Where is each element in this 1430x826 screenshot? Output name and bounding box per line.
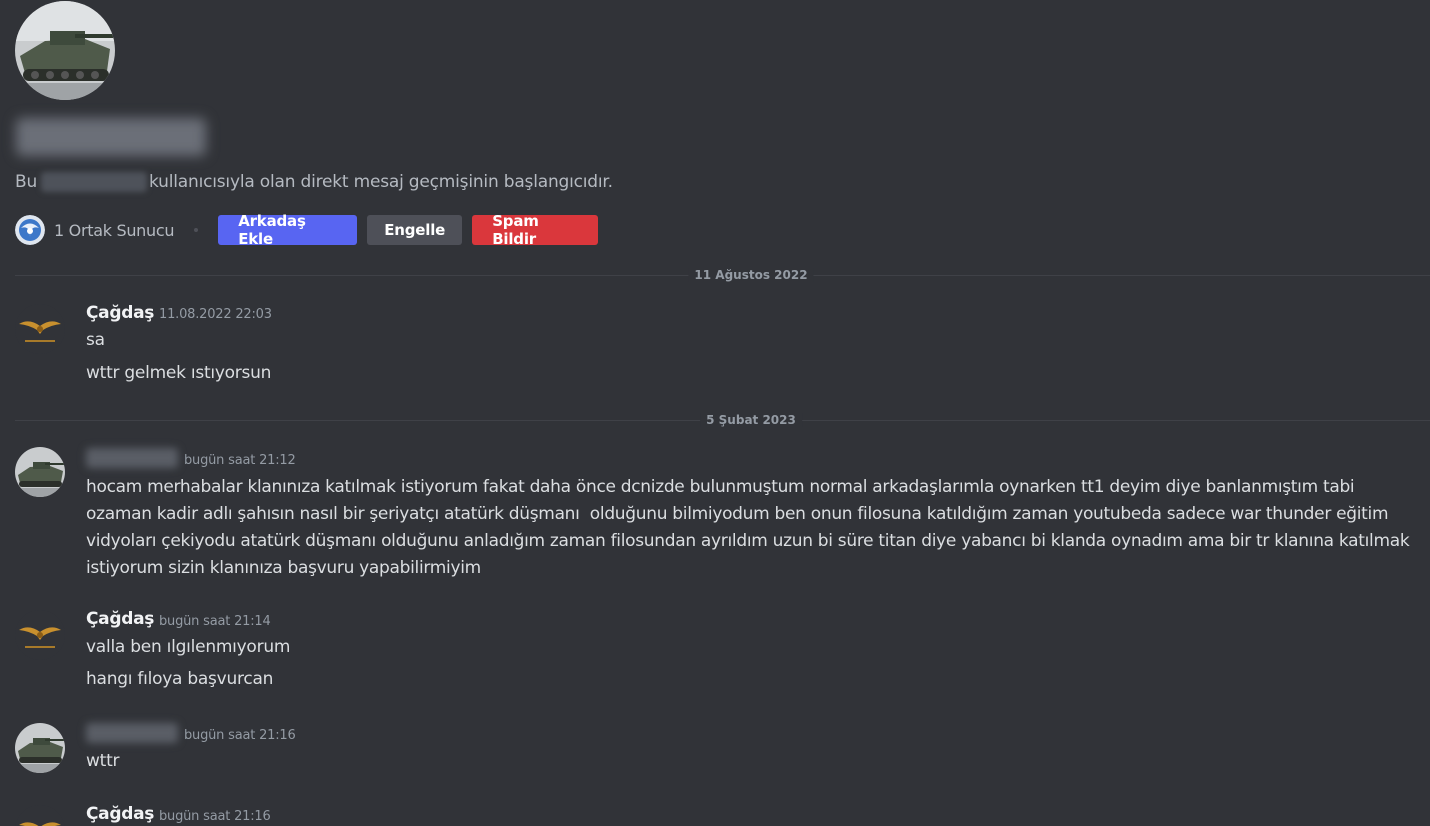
message-timestamp: 11.08.2022 22:03 xyxy=(159,307,272,322)
message-author[interactable]: Çağdaş xyxy=(86,609,154,629)
message-text: wttr gelmek ıstıyorsun xyxy=(86,363,272,383)
dm-channel: Bu kullanıcısıyla olan direkt mesaj geçm… xyxy=(0,0,1430,826)
message-timestamp: bugün saat 21:16 xyxy=(184,728,296,743)
message-author[interactable]: Çağdaş xyxy=(86,804,154,824)
message-timestamp: bugün saat 21:14 xyxy=(159,614,271,629)
avatar[interactable] xyxy=(15,805,65,826)
add-friend-button[interactable]: Arkadaş Ekle xyxy=(218,212,358,248)
message-author[interactable]: Çağdaş xyxy=(86,303,154,323)
mutual-servers-link[interactable]: 1 Ortak Sunucu xyxy=(54,221,174,240)
block-button[interactable]: Engelle xyxy=(367,215,463,245)
dm-start-description: Bu kullanıcısıyla olan direkt mesaj geçm… xyxy=(15,172,613,192)
report-spam-button[interactable]: Spam Bildir xyxy=(472,212,599,248)
username-blurred xyxy=(41,172,148,192)
message-text: sa xyxy=(86,330,105,350)
message-author-blurred xyxy=(86,448,178,468)
avatar[interactable] xyxy=(15,304,65,354)
avatar[interactable] xyxy=(15,447,65,497)
message-text: hangı fıloya başvurcan xyxy=(86,669,274,689)
message-text: valla ben ılgılenmıyorum xyxy=(86,637,291,657)
profile-name-blurred xyxy=(16,118,206,156)
date-divider-label: 5 Şubat 2023 xyxy=(700,413,802,427)
avatar[interactable] xyxy=(15,610,65,660)
description-suffix: kullanıcısıyla olan direkt mesaj geçmişi… xyxy=(149,172,613,192)
date-divider-label: 11 Ağustos 2022 xyxy=(688,268,814,282)
mutual-server-icon[interactable] xyxy=(15,215,45,245)
message-text: hocam merhabalar klanınıza katılmak isti… xyxy=(86,477,1410,578)
separator-dot xyxy=(194,228,199,232)
description-prefix: Bu xyxy=(15,172,38,192)
message-author-blurred xyxy=(86,723,178,743)
profile-actions: 1 Ortak Sunucu Arkadaş Ekle Engelle Spam… xyxy=(15,212,599,248)
message-timestamp: bugün saat 21:16 xyxy=(159,809,271,824)
message-text: wttr xyxy=(86,751,120,771)
avatar[interactable] xyxy=(15,723,65,773)
profile-avatar[interactable] xyxy=(15,1,115,100)
message-timestamp: bugün saat 21:12 xyxy=(184,453,296,468)
